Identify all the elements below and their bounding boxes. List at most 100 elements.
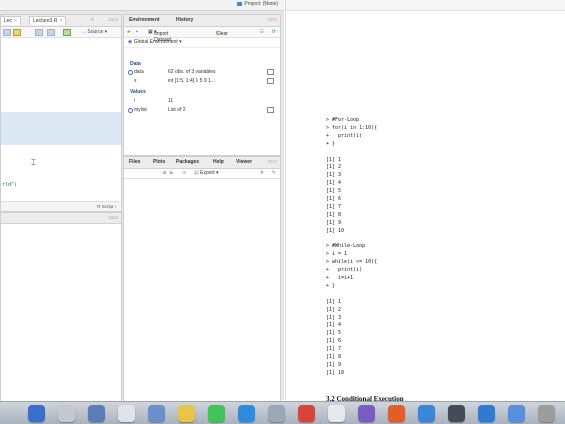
tab-help[interactable]: Help <box>213 159 224 165</box>
pdf-code-line: + i=i+1 <box>326 275 354 281</box>
rstudio-window: Project: (None) Lec × Lecture3.R × » ▭▭ → … <box>0 0 284 402</box>
close-icon[interactable]: × <box>14 18 17 24</box>
dock-app-icon[interactable] <box>478 405 495 422</box>
console-pane[interactable]: ▭▭ <box>0 212 122 402</box>
code-editor[interactable]: ⌶ rld") <box>1 38 121 200</box>
env-var-value: 62 obs. of 3 variables <box>168 69 216 75</box>
dock-app-icon[interactable] <box>148 405 165 422</box>
source-button[interactable]: → Source ▾ <box>81 29 107 35</box>
list-view-icon[interactable]: ☰ <box>260 29 264 35</box>
dock-app-icon[interactable] <box>208 405 225 422</box>
open-icon[interactable]: ▰ <box>127 29 131 35</box>
tab-lecture3[interactable]: Lecture3.R × <box>29 16 67 25</box>
broom-icon[interactable]: ✎ <box>272 170 276 176</box>
pdf-code-line: [1] 3 <box>326 314 342 321</box>
pdf-code-line: [1] 3 <box>326 172 342 179</box>
source-statusbar: R Script ÷ <box>1 201 121 211</box>
tab-environment[interactable]: Environment <box>129 17 160 23</box>
env-row-mylist[interactable]: mylist List of 2 <box>128 107 276 114</box>
table-view-icon[interactable] <box>267 69 274 75</box>
source-button-label: Source <box>87 29 104 35</box>
dock-app-icon[interactable] <box>328 405 345 422</box>
dock-app-icon[interactable] <box>388 405 405 422</box>
window-controls-icon[interactable]: ▭▭ <box>109 215 118 221</box>
selected-lines <box>1 112 121 145</box>
pdf-code-line: + print(i) <box>326 267 363 274</box>
env-var-name: mylist <box>134 107 147 113</box>
import-dataset-button[interactable]: ▦ Import Dataset ▾ <box>148 29 171 43</box>
window-controls-icon[interactable]: ▭▭ <box>268 17 277 23</box>
pdf-code-line: > #For-Loop <box>326 117 360 123</box>
refresh-icon[interactable]: ⟳ <box>272 29 276 35</box>
find-icon[interactable] <box>35 29 43 36</box>
expand-icon[interactable] <box>128 108 133 113</box>
source-pane: Lec × Lecture3.R × » ▭▭ → Source ▾ ⌶ rld")… <box>0 14 122 212</box>
search-icon[interactable] <box>267 107 274 113</box>
pdf-code-line: + } <box>326 282 336 289</box>
export-button[interactable]: ▤ Export ▾ <box>194 170 218 176</box>
pdf-code-line: > #While-Loop <box>326 243 366 250</box>
script-type-menu[interactable]: R Script ÷ <box>97 204 117 209</box>
env-var-value: int [1:5, 1:4] 1 5 9 1... <box>168 78 215 84</box>
env-row-i[interactable]: i 11 <box>128 98 276 105</box>
back-icon[interactable] <box>3 29 11 36</box>
tab-label: Lec <box>4 18 13 24</box>
dock-app-icon[interactable] <box>28 405 45 422</box>
env-var-value: List of 2 <box>168 107 186 113</box>
close-icon[interactable]: × <box>59 18 62 24</box>
back-arrow-icon[interactable]: ◀ <box>162 170 166 176</box>
pdf-code-line: > i = 1 <box>326 251 348 258</box>
tab-packages[interactable]: Packages <box>176 159 199 165</box>
dock-app-icon[interactable] <box>448 405 465 422</box>
dock-app-icon[interactable] <box>298 405 315 422</box>
dock-app-icon[interactable] <box>268 405 285 422</box>
pdf-code-line: + } <box>326 140 336 147</box>
data-section-header: Data <box>130 61 141 67</box>
env-var-value: 11 <box>168 98 174 104</box>
pdf-viewer: > #For-Loop > for(i in 1:10){+ print(i) + … <box>285 0 565 403</box>
zoom-icon[interactable]: ⊕ <box>182 170 186 176</box>
env-row-x[interactable]: x int [1:5, 1:4] 1 5 9 1... <box>128 78 276 85</box>
pdf-code-line: [1] 7 <box>326 203 342 210</box>
tab-overflow-icon[interactable]: » <box>91 17 94 23</box>
pdf-code-line: [1] 9 <box>326 219 342 226</box>
window-controls-icon[interactable]: ▭▭ <box>268 159 277 165</box>
remove-plot-icon[interactable]: ✕ <box>260 170 264 176</box>
save-icon[interactable]: ▪ <box>136 29 138 35</box>
tab-history[interactable]: History <box>176 17 193 23</box>
env-row-data[interactable]: data 62 obs. of 3 variables <box>128 69 276 76</box>
dock-app-icon[interactable] <box>118 405 135 422</box>
dock-app-icon[interactable] <box>238 405 255 422</box>
pdf-code-line: [1] 8 <box>326 211 342 218</box>
tab-source-1[interactable]: Lec × <box>0 16 21 25</box>
table-view-icon[interactable] <box>267 78 274 84</box>
text-cursor-icon: ⌶ <box>31 158 36 167</box>
pdf-code-line: [1] 4 <box>326 322 342 329</box>
project-menu[interactable]: Project: (None) <box>237 1 278 7</box>
pdf-code-line: [1] 6 <box>326 196 342 202</box>
tab-viewer[interactable]: Viewer <box>236 159 252 165</box>
pdf-code-line: [1] 1 <box>326 298 342 305</box>
run-icon[interactable] <box>63 29 71 36</box>
dock-app-icon[interactable] <box>58 405 75 422</box>
forward-arrow-icon[interactable]: ▶ <box>170 170 174 176</box>
wand-icon[interactable] <box>47 29 55 36</box>
window-controls-icon[interactable]: ▭▭ <box>109 17 118 23</box>
environment-scope: ◉ Global Environment ▾ <box>124 38 280 48</box>
pdf-code-line: [1] 10 <box>326 369 345 376</box>
environment-pane: Environment History ▭▭ ▰ ▪ ▦ Import Data… <box>123 14 281 156</box>
dock-app-icon[interactable] <box>178 405 195 422</box>
expand-icon[interactable] <box>128 70 133 75</box>
save-icon[interactable] <box>13 29 21 36</box>
files-pane: Files Plots Packages Help Viewer ▭▭ ◀ ▶ … <box>123 156 281 402</box>
dock-app-icon[interactable] <box>88 405 105 422</box>
dock-app-icon[interactable] <box>358 405 375 422</box>
dock-app-icon[interactable] <box>418 405 435 422</box>
tab-plots[interactable]: Plots <box>153 159 165 165</box>
dock-app-icon[interactable] <box>508 405 525 422</box>
pdf-code-line: + print(i) <box>326 132 363 139</box>
global-environment-menu[interactable]: ◉ Global Environment ▾ <box>128 39 182 45</box>
export-label: Export <box>200 170 215 176</box>
tab-files[interactable]: Files <box>129 159 140 165</box>
dock-app-icon[interactable] <box>538 405 555 422</box>
